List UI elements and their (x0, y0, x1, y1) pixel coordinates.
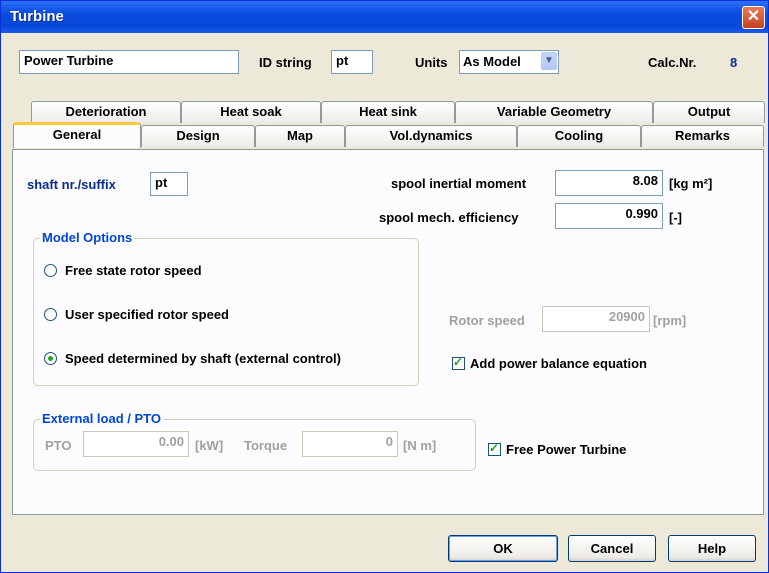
id-string-field[interactable]: pt (331, 50, 373, 74)
tab-remarks[interactable]: Remarks (641, 125, 764, 147)
close-icon[interactable]: ✕ (742, 6, 765, 29)
checkmark-icon: ✓ (489, 441, 500, 455)
spool-inertial-moment-field[interactable]: 8.08 (555, 170, 663, 196)
spool-mech-efficiency-label: spool mech. efficiency (379, 210, 519, 225)
radio-shaft-determined-label[interactable]: Speed determined by shaft (external cont… (65, 351, 341, 366)
external-load-title: External load / PTO (40, 411, 163, 426)
units-select[interactable]: As Model ▼ (459, 50, 559, 74)
pto-label: PTO (45, 438, 72, 453)
tab-heat-soak[interactable]: Heat soak (181, 101, 321, 123)
units-selected-value: As Model (463, 54, 521, 69)
title-bar[interactable]: Turbine ✕ (1, 1, 768, 33)
radio-free-state[interactable] (44, 264, 57, 277)
torque-field[interactable]: 0 (302, 431, 398, 457)
dialog-window: Turbine ✕ Power Turbine ID string pt Uni… (0, 0, 769, 573)
tab-deterioration[interactable]: Deterioration (31, 101, 181, 123)
component-name-field[interactable]: Power Turbine (19, 50, 239, 74)
pto-unit: [kW] (195, 438, 224, 453)
spool-eff-unit: [-] (669, 210, 682, 225)
general-tab-panel: shaft nr./suffix pt spool inertial momen… (12, 149, 764, 515)
torque-label: Torque (244, 438, 288, 453)
cancel-button[interactable]: Cancel (568, 535, 656, 562)
rotor-speed-field[interactable]: 20900 (542, 306, 650, 332)
id-string-label: ID string (259, 55, 312, 70)
units-label: Units (415, 55, 448, 70)
free-power-turbine-checkbox[interactable]: ✓ (488, 441, 501, 456)
add-power-balance-label[interactable]: Add power balance equation (470, 356, 647, 371)
torque-unit: [N m] (403, 438, 437, 453)
help-button[interactable]: Help (668, 535, 756, 562)
add-power-balance-checkbox[interactable]: ✓ (452, 355, 465, 370)
tab-variable-geometry[interactable]: Variable Geometry (455, 101, 653, 123)
spool-inertial-moment-label: spool inertial moment (391, 176, 527, 191)
spool-mech-efficiency-field[interactable]: 0.990 (555, 203, 663, 229)
shaft-suffix-field[interactable]: pt (150, 172, 188, 196)
window-title: Turbine (10, 8, 64, 25)
shaft-suffix-label: shaft nr./suffix (27, 177, 116, 192)
tab-heat-sink[interactable]: Heat sink (321, 101, 455, 123)
radio-user-specified-label[interactable]: User specified rotor speed (65, 307, 229, 322)
radio-free-state-label[interactable]: Free state rotor speed (65, 263, 202, 278)
pto-field[interactable]: 0.00 (83, 431, 189, 457)
tab-general[interactable]: General (13, 122, 141, 148)
model-options-title: Model Options (40, 230, 135, 245)
tab-vol-dynamics[interactable]: Vol.dynamics (345, 125, 517, 147)
ok-button[interactable]: OK (448, 535, 558, 562)
free-power-turbine-label[interactable]: Free Power Turbine (506, 442, 626, 457)
chevron-down-icon[interactable]: ▼ (541, 52, 557, 70)
radio-selected-dot (48, 356, 53, 361)
calc-nr-label: Calc.Nr. (648, 55, 697, 70)
rotor-speed-label: Rotor speed (449, 313, 525, 328)
tab-cooling[interactable]: Cooling (517, 125, 641, 147)
calc-nr-value: 8 (730, 55, 738, 70)
checkmark-icon: ✓ (453, 355, 464, 369)
radio-user-specified[interactable] (44, 308, 57, 321)
tab-map[interactable]: Map (255, 125, 345, 147)
rotor-speed-unit: [rpm] (653, 313, 687, 328)
spool-moment-unit: [kg m²] (669, 176, 713, 191)
radio-shaft-determined[interactable] (44, 352, 57, 365)
tab-design[interactable]: Design (141, 125, 255, 147)
tab-output[interactable]: Output (653, 101, 765, 123)
